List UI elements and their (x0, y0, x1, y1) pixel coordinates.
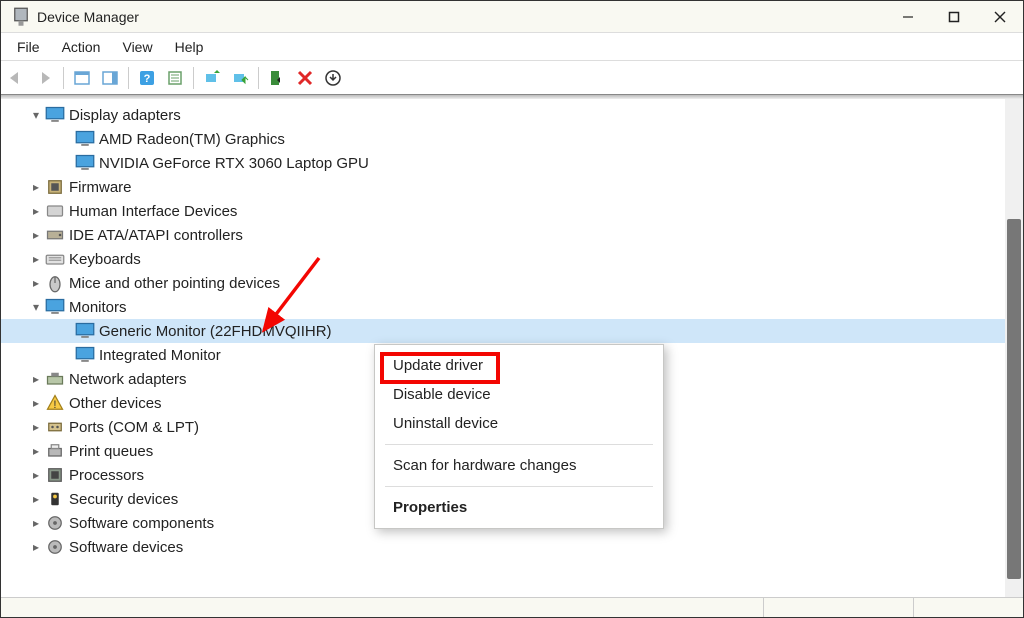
chevron-right-icon[interactable]: ▸ (27, 228, 45, 242)
svg-text:!: ! (53, 399, 56, 411)
statusbar (1, 597, 1023, 617)
printer-icon (45, 441, 65, 461)
show-hide-console-button[interactable] (68, 64, 96, 92)
chevron-right-icon[interactable]: ▸ (27, 420, 45, 434)
monitor-icon (75, 321, 95, 341)
ctx-properties[interactable]: Properties (375, 493, 663, 522)
category-monitors[interactable]: ▾ Monitors (1, 295, 1005, 319)
chevron-right-icon[interactable]: ▸ (27, 276, 45, 290)
category-ide[interactable]: ▸ IDE ATA/ATAPI controllers (1, 223, 1005, 247)
category-firmware[interactable]: ▸ Firmware (1, 175, 1005, 199)
titlebar: Device Manager (1, 1, 1023, 33)
help-button[interactable]: ? (133, 64, 161, 92)
device-manager-icon (11, 7, 31, 27)
device-generic-monitor[interactable]: ▸ Generic Monitor (22FHDMVQIIHR) (1, 319, 1005, 343)
toolbar-separator (193, 67, 194, 89)
menubar: File Action View Help (1, 33, 1023, 61)
monitor-icon (45, 297, 65, 317)
close-button[interactable] (977, 1, 1023, 32)
chevron-down-icon[interactable]: ▾ (27, 300, 45, 314)
keyboard-icon (45, 249, 65, 269)
mouse-icon (45, 273, 65, 293)
ctx-separator (385, 444, 653, 445)
storage-icon (45, 225, 65, 245)
cpu-icon (45, 465, 65, 485)
display-icon (45, 105, 65, 125)
port-icon (45, 417, 65, 437)
category-hid[interactable]: ▸ Human Interface Devices (1, 199, 1005, 223)
chevron-right-icon[interactable]: ▸ (27, 396, 45, 410)
category-software-devices[interactable]: ▸ Software devices (1, 535, 1005, 559)
chevron-right-icon[interactable]: ▸ (27, 516, 45, 530)
category-mice[interactable]: ▸ Mice and other pointing devices (1, 271, 1005, 295)
window-title: Device Manager (37, 9, 885, 25)
window-controls (885, 1, 1023, 32)
add-legacy-hardware-button[interactable] (319, 64, 347, 92)
chevron-right-icon[interactable]: ▸ (27, 492, 45, 506)
chevron-right-icon[interactable]: ▸ (27, 372, 45, 386)
minimize-button[interactable] (885, 1, 931, 32)
context-menu: Update driver Disable device Uninstall d… (374, 344, 664, 529)
show-hide-action-pane-button[interactable] (96, 64, 124, 92)
network-icon (45, 369, 65, 389)
device-nvidia-rtx3060[interactable]: ▸ NVIDIA GeForce RTX 3060 Laptop GPU (1, 151, 1005, 175)
display-icon (75, 129, 95, 149)
hid-icon (45, 201, 65, 221)
toolbar-separator (63, 67, 64, 89)
gear-icon (45, 513, 65, 533)
category-display-adapters[interactable]: ▾ Display adapters (1, 103, 1005, 127)
maximize-button[interactable] (931, 1, 977, 32)
chevron-right-icon[interactable]: ▸ (27, 252, 45, 266)
scroll-thumb[interactable] (1007, 219, 1021, 579)
device-amd-radeon[interactable]: ▸ AMD Radeon(TM) Graphics (1, 127, 1005, 151)
chevron-down-icon[interactable]: ▾ (27, 108, 45, 122)
vertical-scrollbar[interactable] (1005, 99, 1023, 597)
ctx-scan-hardware[interactable]: Scan for hardware changes (375, 451, 663, 480)
chevron-right-icon[interactable]: ▸ (27, 540, 45, 554)
chevron-right-icon[interactable]: ▸ (27, 180, 45, 194)
category-keyboards[interactable]: ▸ Keyboards (1, 247, 1005, 271)
uninstall-device-button[interactable] (291, 64, 319, 92)
warning-icon: ! (45, 393, 65, 413)
toolbar: ? (1, 61, 1023, 95)
menu-view[interactable]: View (112, 35, 162, 59)
display-icon (75, 153, 95, 173)
menu-file[interactable]: File (7, 35, 50, 59)
properties-button[interactable] (161, 64, 189, 92)
disable-device-button[interactable] (263, 64, 291, 92)
ctx-update-driver[interactable]: Update driver (375, 351, 663, 380)
scan-hardware-button[interactable] (198, 64, 226, 92)
ctx-disable-device[interactable]: Disable device (375, 380, 663, 409)
chevron-right-icon[interactable]: ▸ (27, 468, 45, 482)
security-icon (45, 489, 65, 509)
toolbar-separator (258, 67, 259, 89)
menu-action[interactable]: Action (52, 35, 111, 59)
update-driver-button[interactable] (226, 64, 254, 92)
svg-text:?: ? (144, 73, 151, 85)
back-button[interactable] (3, 64, 31, 92)
gear-icon (45, 537, 65, 557)
toolbar-separator (128, 67, 129, 89)
forward-button[interactable] (31, 64, 59, 92)
chevron-right-icon[interactable]: ▸ (27, 444, 45, 458)
chip-icon (45, 177, 65, 197)
ctx-separator (385, 486, 653, 487)
chevron-right-icon[interactable]: ▸ (27, 204, 45, 218)
monitor-icon (75, 345, 95, 365)
menu-help[interactable]: Help (165, 35, 214, 59)
ctx-uninstall-device[interactable]: Uninstall device (375, 409, 663, 438)
